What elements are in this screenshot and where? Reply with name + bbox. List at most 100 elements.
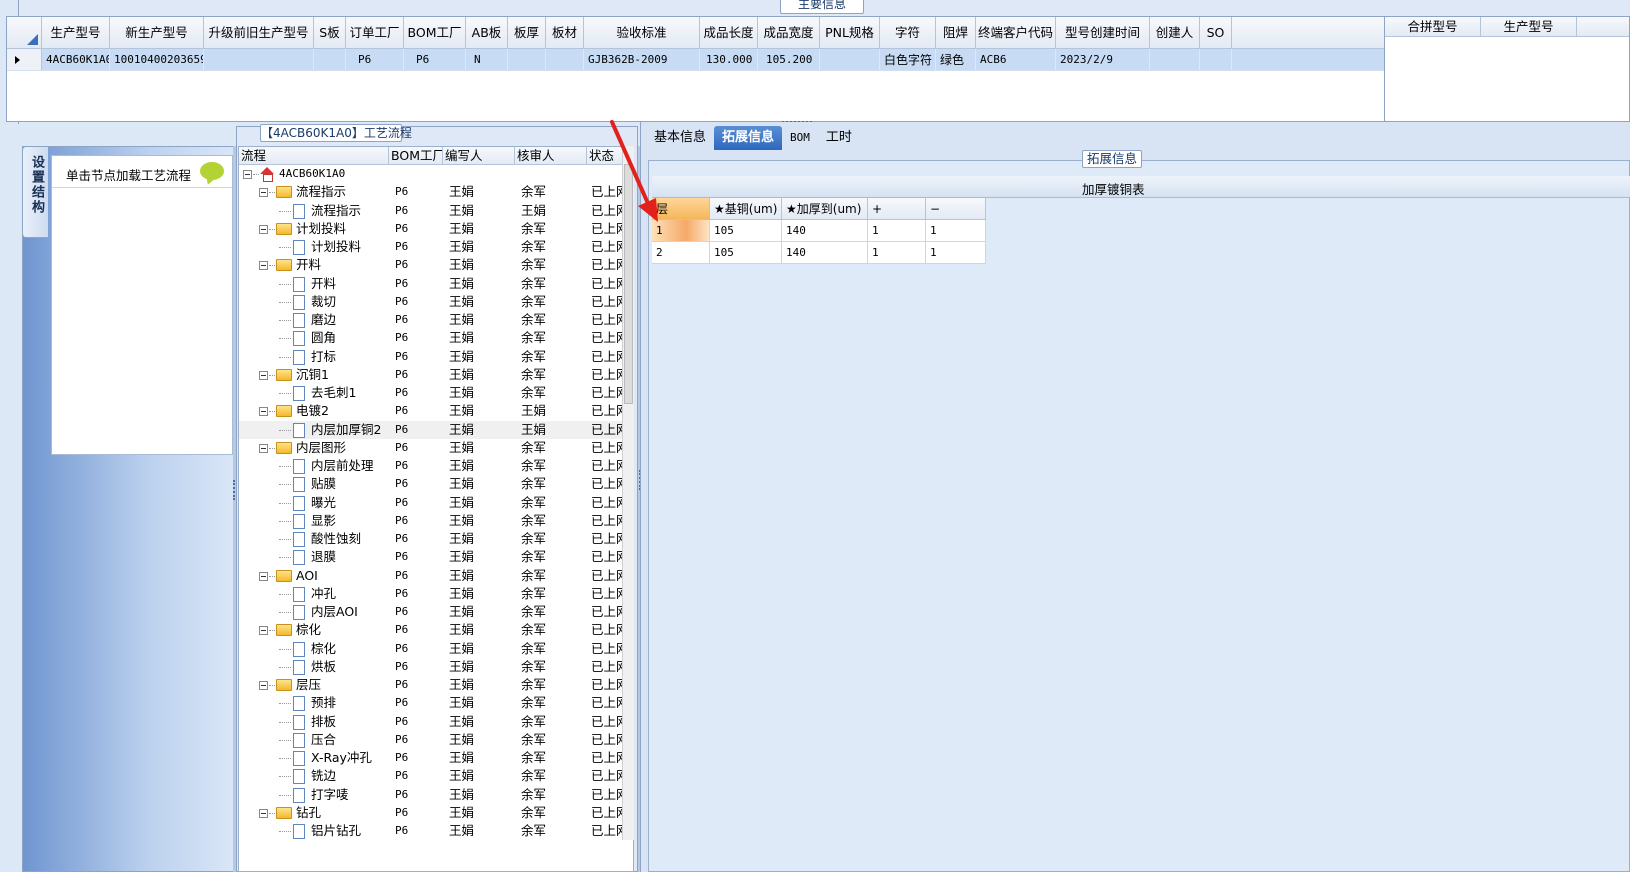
tree-cell-checker[interactable]: 余军 [515, 713, 587, 731]
tree-cell-bom[interactable]: P6 [389, 475, 443, 493]
tree-cell-status[interactable]: 已上网 [587, 749, 627, 767]
col-header-order-factory[interactable]: 订单工厂 [346, 17, 404, 48]
tree-cell-writer[interactable]: 王娟 [443, 786, 515, 804]
tree-cell-checker[interactable]: 余军 [515, 694, 587, 712]
tree-cell-checker[interactable]: 余军 [515, 494, 587, 512]
tree-cell-status[interactable]: 已上网 [587, 767, 627, 785]
tree-cell-status[interactable]: 已上网 [587, 202, 627, 220]
tree-cell-writer[interactable]: 王娟 [443, 804, 515, 822]
tree-cell-checker[interactable]: 余军 [515, 530, 587, 548]
col-header-side-production-model[interactable]: 生产型号 [1481, 17, 1577, 36]
col-header-ab-board[interactable]: AB板 [466, 17, 508, 48]
col-header-merge-model[interactable]: 合拼型号 [1385, 17, 1481, 36]
collapse-toggle-icon[interactable] [259, 626, 268, 636]
tree-cell-status[interactable]: 已上网 [587, 275, 627, 293]
cell-base-copper[interactable]: 105 [710, 242, 782, 263]
tree-leaf-node[interactable]: 贴膜 P6 王娟 余军 已上网 [239, 475, 633, 493]
tree-cell-status[interactable]: 已上网 [587, 183, 627, 201]
tree-cell-status[interactable]: 已上网 [587, 658, 627, 676]
tree-cell-status[interactable]: 已上网 [587, 585, 627, 603]
tree-cell-checker[interactable]: 余军 [515, 238, 587, 256]
tree-cell-status[interactable]: 已上网 [587, 256, 627, 274]
tree-cell-bom[interactable]: P6 [389, 804, 443, 822]
tree-cell-status[interactable]: 已上网 [587, 238, 627, 256]
tree-cell-checker[interactable]: 余军 [515, 603, 587, 621]
col-header-minus-tolerance[interactable]: − [926, 198, 986, 219]
cell-legend[interactable]: 白色字符 [880, 49, 936, 70]
cell-acceptance-standard[interactable]: GJB362B-2009 [584, 49, 700, 70]
tree-cell-bom[interactable]: P6 [389, 421, 443, 439]
tree-cell-bom[interactable]: P6 [389, 366, 443, 384]
tree-leaf-node[interactable]: 压合 P6 王娟 余军 已上网 [239, 731, 633, 749]
cell-creator[interactable] [1150, 49, 1200, 70]
tree-cell-bom[interactable]: P6 [389, 293, 443, 311]
tree-leaf-node[interactable]: 打字唛 P6 王娟 余军 已上网 [239, 786, 633, 804]
col-header-plus-tolerance[interactable]: + [868, 198, 926, 219]
tree-cell-status[interactable]: 已上网 [587, 804, 627, 822]
tree-cell-bom[interactable]: P6 [389, 694, 443, 712]
tree-cell-checker[interactable]: 余军 [515, 439, 587, 457]
collapse-toggle-icon[interactable] [259, 571, 268, 581]
tree-cell-writer[interactable]: 王娟 [443, 767, 515, 785]
cell-end-customer[interactable]: ACB6 [976, 49, 1056, 70]
tree-cell-bom[interactable]: P6 [389, 220, 443, 238]
tree-leaf-node[interactable]: 内层前处理 P6 王娟 余军 已上网 [239, 457, 633, 475]
tree-cell-checker[interactable]: 余军 [515, 275, 587, 293]
tree-leaf-node[interactable]: 烘板 P6 王娟 余军 已上网 [239, 658, 633, 676]
tree-leaf-node[interactable]: 开料 P6 王娟 余军 已上网 [239, 275, 633, 293]
tree-cell-bom[interactable]: P6 [389, 603, 443, 621]
cell-ab-board[interactable]: N [466, 49, 508, 70]
tree-cell-writer[interactable]: 王娟 [443, 567, 515, 585]
tree-cell-writer[interactable]: 王娟 [443, 256, 515, 274]
tree-leaf-node[interactable]: 冲孔 P6 王娟 余军 已上网 [239, 585, 633, 603]
tree-cell-writer[interactable]: 王娟 [443, 731, 515, 749]
tree-cell-checker[interactable]: 余军 [515, 457, 587, 475]
tree-cell-checker[interactable]: 余军 [515, 621, 587, 639]
tree-cell-checker[interactable]: 余军 [515, 822, 587, 840]
tree-cell-bom[interactable]: P6 [389, 512, 443, 530]
left-splitter-grip[interactable] [233, 480, 235, 500]
tree-cell-status[interactable]: 已上网 [587, 475, 627, 493]
tree-cell-writer[interactable]: 王娟 [443, 640, 515, 658]
tree-folder-node[interactable]: 流程指示 P6 王娟 余军 已上网 [239, 183, 633, 201]
tree-cell-status[interactable]: 已上网 [587, 603, 627, 621]
tree-cell-checker[interactable]: 余军 [515, 658, 587, 676]
col-header-thicken-to[interactable]: ★加厚到(um) [782, 198, 868, 219]
tree-cell-bom[interactable]: P6 [389, 567, 443, 585]
tree-cell-checker[interactable]: 王娟 [515, 202, 587, 220]
tree-cell-bom[interactable]: P6 [389, 439, 443, 457]
table-row[interactable]: 2 105 140 1 1 [652, 242, 986, 264]
tree-cell-status[interactable]: 已上网 [587, 713, 627, 731]
tree-cell-bom[interactable]: P6 [389, 767, 443, 785]
tree-cell-writer[interactable]: 王娟 [443, 329, 515, 347]
tree-cell-checker[interactable]: 余军 [515, 731, 587, 749]
tree-leaf-node[interactable]: 曝光 P6 王娟 余军 已上网 [239, 494, 633, 512]
tree-cell-writer[interactable]: 王娟 [443, 603, 515, 621]
tree-cell-writer[interactable]: 王娟 [443, 439, 515, 457]
cell-production-model[interactable]: 4ACB60K1A0 [42, 49, 110, 70]
tree-cell-bom[interactable]: P6 [389, 457, 443, 475]
tree-folder-node[interactable]: 钻孔 P6 王娟 余军 已上网 [239, 804, 633, 822]
cell-minus-tolerance[interactable]: 1 [926, 220, 986, 241]
tree-cell-writer[interactable]: 王娟 [443, 275, 515, 293]
select-all-corner[interactable] [7, 17, 42, 48]
tree-cell-writer[interactable]: 王娟 [443, 183, 515, 201]
tree-cell-bom[interactable]: P6 [389, 621, 443, 639]
collapse-toggle-icon[interactable] [259, 370, 268, 380]
tree-leaf-node[interactable]: 磨边 P6 王娟 余军 已上网 [239, 311, 633, 329]
tree-cell-checker[interactable]: 余军 [515, 475, 587, 493]
tree-cell-status[interactable]: 已上网 [587, 348, 627, 366]
tree-cell-status[interactable]: 已上网 [587, 822, 627, 840]
col-header-creator[interactable]: 创建人 [1150, 17, 1200, 48]
col-header-pnl-spec[interactable]: PNL规格 [820, 17, 880, 48]
tree-cell-status[interactable]: 已上网 [587, 439, 627, 457]
tree-cell-checker[interactable]: 余军 [515, 804, 587, 822]
col-header-checker[interactable]: 核审人 [515, 147, 587, 164]
tree-cell-status[interactable]: 已上网 [587, 457, 627, 475]
tree-leaf-node[interactable]: 铝片钻孔 P6 王娟 余军 已上网 [239, 822, 633, 840]
col-header-length[interactable]: 成品长度 [700, 17, 758, 48]
tree-cell-bom[interactable]: P6 [389, 202, 443, 220]
cell-old-production-model[interactable] [204, 49, 314, 70]
tree-cell-writer[interactable]: 王娟 [443, 822, 515, 840]
collapse-toggle-icon[interactable] [259, 261, 268, 271]
